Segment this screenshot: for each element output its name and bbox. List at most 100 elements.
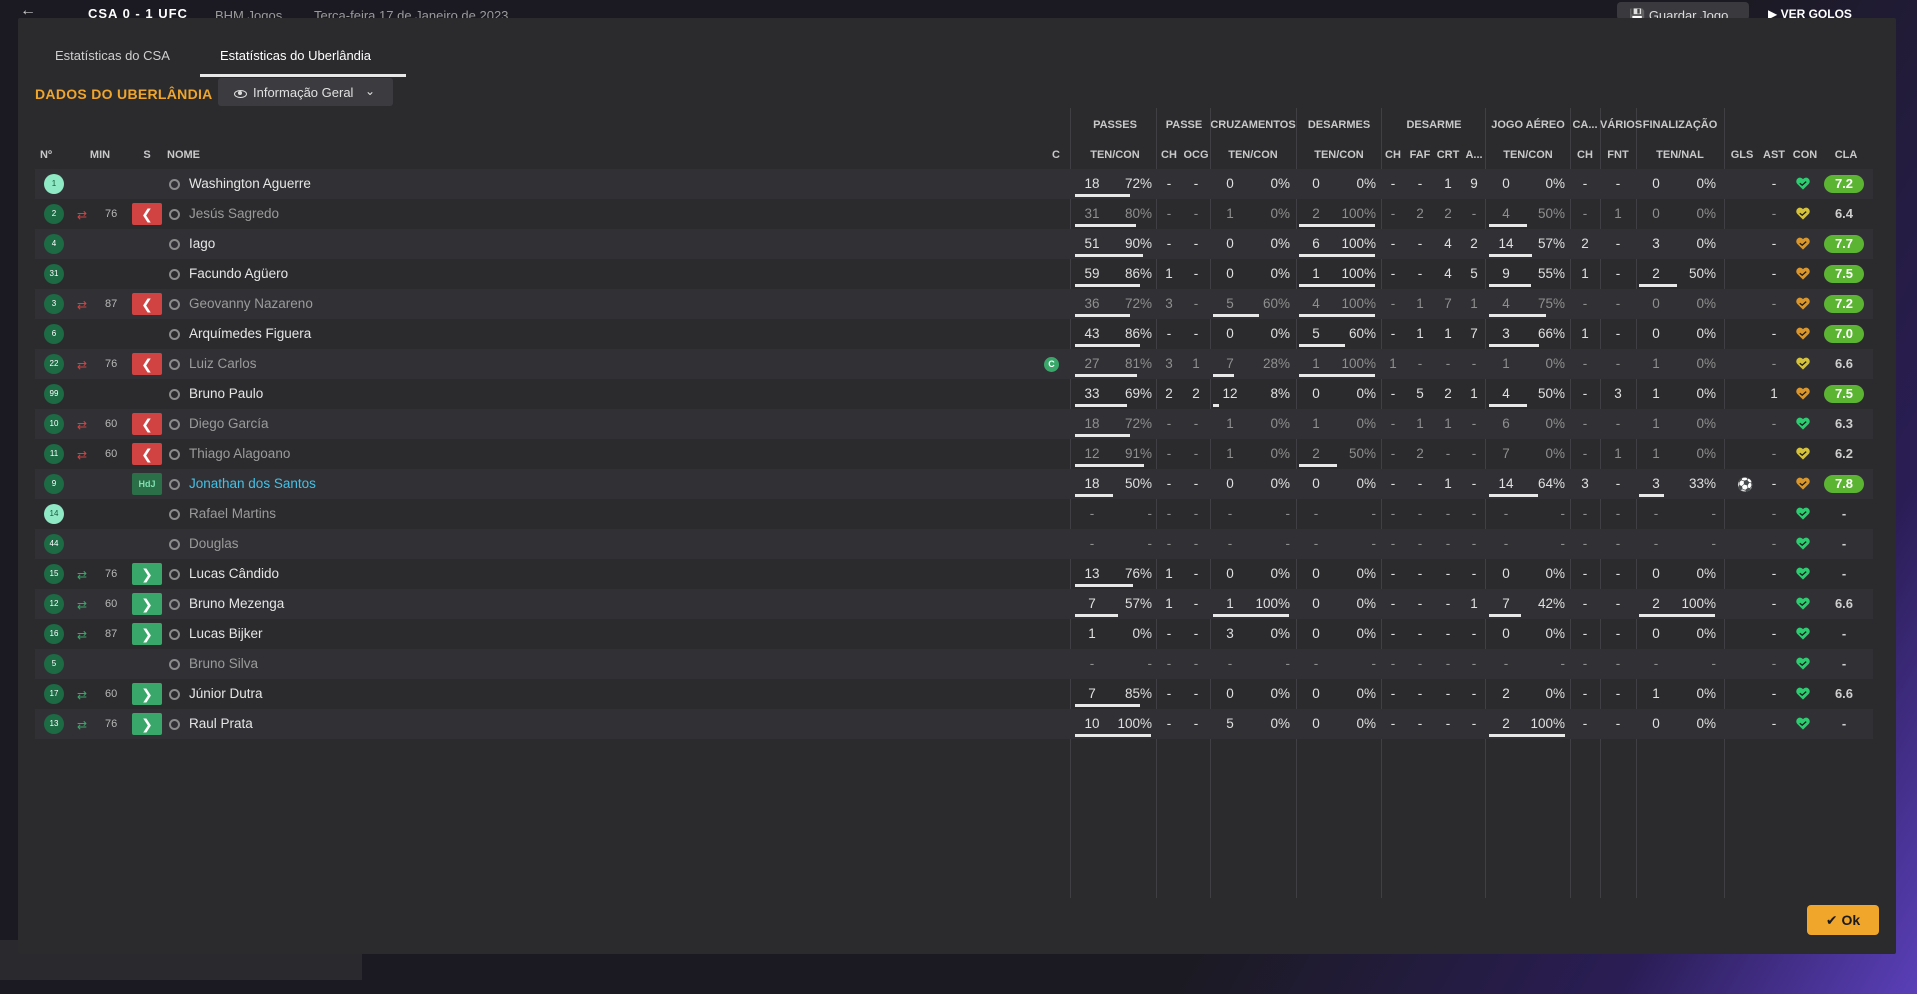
view-mode-dropdown[interactable]: Informação Geral ⌄ <box>218 78 393 106</box>
header-name[interactable]: NOME <box>167 149 207 161</box>
tackles-attempted: - <box>1313 656 1319 671</box>
interceptions: 1 <box>1470 596 1478 611</box>
goal-ball-icon: ⚽ <box>1737 477 1754 492</box>
player-name[interactable]: Diego García <box>189 409 269 439</box>
table-row[interactable]: 3 ⇄ 87 ❮ Geovanny Nazareno 36 72% 5 60% 4 100% 4 75%… <box>35 289 1873 319</box>
player-name[interactable]: Jonathan dos Santos <box>189 469 316 499</box>
table-row[interactable]: 31 Facundo Agüero 59 86% 0 0% 1 100% 9 55% 2 50% 1- -… <box>35 259 1873 289</box>
aerial-bar <box>1489 404 1527 407</box>
table-row[interactable]: 4 Iago 51 90% 0 0% 6 100% 14 57% 3 0% - - - -4 2 2- -7.7 <box>35 229 1873 259</box>
player-name[interactable]: Thiago Alagoano <box>189 439 290 469</box>
header-captain[interactable]: C <box>1049 149 1063 161</box>
player-name[interactable]: Geovanny Nazareno <box>189 289 313 319</box>
group-varios: VÁRIOS <box>1600 119 1643 131</box>
table-row[interactable]: 11 ⇄ 60 ❮ Thiago Alagoano 12 91% 1 0% 2 50% 7 0% 1 0% -… <box>35 439 1873 469</box>
player-icon <box>169 659 180 670</box>
interceptions: 7 <box>1470 326 1478 341</box>
header-cruz-ten-con[interactable]: TEN/CON <box>1210 149 1296 161</box>
table-row[interactable]: 13 ⇄ 76 ❯ Raul Prata 10 100% 5 0% 0 0% 2 100% 0 0% - - - -… <box>35 709 1873 739</box>
tackles-bar <box>1299 344 1345 347</box>
tackles-ch: - <box>1390 266 1396 281</box>
table-row[interactable]: 9 HdJ Jonathan dos Santos 18 50% 0 0% 0 0% 14 64% 3… <box>35 469 1873 499</box>
table-row[interactable]: 14 Rafael Martins - - - - - - - - - - - - - - - - - - - - <box>35 499 1873 529</box>
player-name[interactable]: Bruno Mezenga <box>189 589 284 619</box>
tackles-attempted: 0 <box>1312 566 1320 581</box>
table-row[interactable]: 17 ⇄ 60 ❯ Júnior Dutra 7 85% 0 0% 0 0% 2 0% 1 0% - - - - - -… <box>35 679 1873 709</box>
header-desarme-faf[interactable]: FAF <box>1406 149 1434 161</box>
player-rating: 6.3 <box>1834 416 1854 431</box>
passes-bar <box>1075 464 1144 467</box>
assists: - <box>1771 686 1777 701</box>
shots-percent: 0% <box>1696 686 1716 701</box>
chances-created: - <box>1193 206 1199 221</box>
player-name[interactable]: Arquímedes Figuera <box>189 319 311 349</box>
header-number[interactable]: Nº <box>36 149 56 161</box>
player-name[interactable]: Júnior Dutra <box>189 679 263 709</box>
header-goals[interactable]: GLS <box>1728 149 1756 161</box>
header-varios-fnt[interactable]: FNT <box>1600 149 1636 161</box>
player-name[interactable]: Iago <box>189 229 215 259</box>
player-name[interactable]: Bruno Paulo <box>189 379 263 409</box>
player-name[interactable]: Facundo Agüero <box>189 259 288 289</box>
header-ca-ch[interactable]: CH <box>1570 149 1600 161</box>
shots-attempted: 0 <box>1652 296 1660 311</box>
player-name[interactable]: Lucas Cândido <box>189 559 279 589</box>
header-des-ten-con[interactable]: TEN/CON <box>1296 149 1382 161</box>
player-name[interactable]: Jesús Sagredo <box>189 199 279 229</box>
table-row[interactable]: 22 ⇄ 76 ❮ Luiz Carlos C 27 81% 7 28% 1 100% 1 0% 1 0% 3 1… <box>35 349 1873 379</box>
table-row[interactable]: 12 ⇄ 60 ❯ Bruno Mezenga 7 57% 1 100% 0 0% 7 42% 2 100%… <box>35 589 1873 619</box>
shots-percent: 0% <box>1696 236 1716 251</box>
player-icon <box>169 419 180 430</box>
header-fin-ten-nal[interactable]: TEN/NAL <box>1636 149 1724 161</box>
crosses-attempted: 1 <box>1226 416 1234 431</box>
table-row[interactable]: 16 ⇄ 87 ❯ Lucas Bijker 1 0% 3 0% 0 0% 0 0% 0 0% - - - - - - -… <box>35 619 1873 649</box>
header-passes-ten-con[interactable]: TEN/CON <box>1072 149 1158 161</box>
key-passes: 2 <box>1165 386 1173 401</box>
table-row[interactable]: 44 Douglas - - - - - - - - - - - - - - - - - - - - <box>35 529 1873 559</box>
fouls-won: - <box>1615 506 1621 521</box>
tab-csa-stats[interactable]: Estatísticas do CSA <box>55 48 170 63</box>
player-name[interactable]: Douglas <box>189 529 239 559</box>
fouls: - <box>1417 626 1423 641</box>
player-rating: 6.6 <box>1834 596 1854 611</box>
substitution-icon: ⇄ <box>77 598 88 612</box>
shirt-number-icon: 12 <box>44 594 64 614</box>
chances-created: - <box>1193 446 1199 461</box>
header-assists[interactable]: AST <box>1760 149 1788 161</box>
table-row[interactable]: 2 ⇄ 76 ❮ Jesús Sagredo 31 80% 1 0% 2 100% 4 50% 0 0% - -… <box>35 199 1873 229</box>
header-ja-ten-con[interactable]: TEN/CON <box>1486 149 1570 161</box>
table-row[interactable]: 15 ⇄ 76 ❯ Lucas Cândido 13 76% 0 0% 0 0% 0 0% 0 0% 1- - -… <box>35 559 1873 589</box>
player-name[interactable]: Washington Aguerre <box>189 169 311 199</box>
assists: - <box>1771 176 1777 191</box>
player-name[interactable]: Bruno Silva <box>189 649 258 679</box>
player-name[interactable]: Lucas Bijker <box>189 619 263 649</box>
condition-heart-icon <box>1795 656 1810 670</box>
table-row[interactable]: 10 ⇄ 60 ❮ Diego García 18 72% 1 0% 1 0% 6 0% 1 0% - - -1 1… <box>35 409 1873 439</box>
table-row[interactable]: 5 Bruno Silva - - - - - - - - - - - - - - - - - - - - <box>35 649 1873 679</box>
table-row[interactable]: 99 Bruno Paulo 33 69% 12 8% 0 0% 4 50% 1 0% 2 2-5 2 1-3… <box>35 379 1873 409</box>
header-passe-ch[interactable]: CH <box>1158 149 1180 161</box>
header-minutes[interactable]: MIN <box>86 149 114 161</box>
aerial-percent: - <box>1560 506 1566 521</box>
player-name[interactable]: Rafael Martins <box>189 499 276 529</box>
player-name[interactable]: Raul Prata <box>189 709 253 739</box>
header-passe-ocg[interactable]: OCG <box>1182 149 1210 161</box>
player-icon <box>169 569 180 580</box>
ok-button[interactable]: ✔ Ok <box>1807 905 1879 935</box>
tab-uberlandia-stats[interactable]: Estatísticas do Uberlândia <box>220 48 371 63</box>
aerial-percent: 0% <box>1545 626 1565 641</box>
header-condition[interactable]: CON <box>1790 149 1820 161</box>
shots-percent: 0% <box>1696 446 1716 461</box>
header-desarme-crt[interactable]: CRT <box>1434 149 1462 161</box>
fouls-won: - <box>1615 536 1621 551</box>
subbed-on-icon: ❯ <box>132 683 162 705</box>
header-desarme-ch[interactable]: CH <box>1382 149 1404 161</box>
crosses-percent: 0% <box>1270 626 1290 641</box>
header-desarme-a[interactable]: A... <box>1462 149 1486 161</box>
header-rating[interactable]: CLA <box>1828 149 1864 161</box>
player-name[interactable]: Luiz Carlos <box>189 349 257 379</box>
header-sub[interactable]: S <box>140 149 154 161</box>
table-row[interactable]: 6 Arquímedes Figuera 43 86% 0 0% 5 60% 3 66% 0 0% - -… <box>35 319 1873 349</box>
table-row[interactable]: 1 Washington Aguerre 18 72% 0 0% 0 0% 0 0% 0 0% - - - -… <box>35 169 1873 199</box>
tackles-ch: 1 <box>1389 356 1397 371</box>
